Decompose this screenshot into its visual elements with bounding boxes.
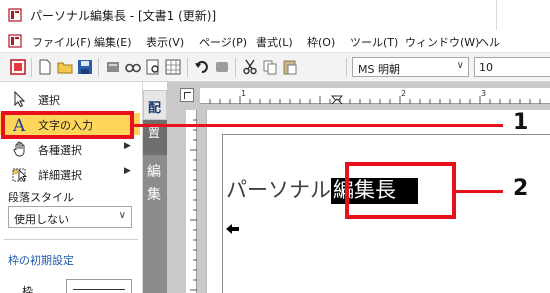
ruler-label: 3	[481, 89, 487, 98]
menu-page[interactable]: ページ(P)	[199, 34, 247, 50]
menu-frame[interactable]: 枠(O)	[307, 34, 335, 50]
submenu-arrow-icon: ▶	[124, 141, 131, 151]
paragraph-style-value: 使用しない	[14, 213, 69, 226]
tab-edit-label-1: 編	[147, 164, 161, 180]
ruler-origin-button[interactable]	[180, 88, 194, 102]
menu-window[interactable]: ウィンドウ(W)	[405, 34, 479, 50]
tool-select-label: 選択	[38, 94, 60, 107]
app-menu-icon[interactable]	[8, 34, 22, 48]
callout-number-1: 1	[513, 110, 529, 135]
redo-icon[interactable]	[214, 59, 230, 75]
font-size-value: 10	[479, 61, 493, 74]
callout-box-text-tool	[1, 111, 134, 139]
frame-line-style-picker[interactable]	[66, 279, 132, 293]
submenu-arrow-icon: ▶	[124, 166, 131, 176]
callout-line-2	[456, 190, 503, 193]
menu-bar: ファイル(F) 編集(E) 表示(V) ページ(P) 書式(L) 枠(O) ツー…	[0, 30, 550, 52]
toolbar-separator	[346, 58, 347, 77]
callout-number-2: 2	[513, 176, 529, 201]
zoom-icon[interactable]	[125, 59, 141, 75]
print-preview-icon[interactable]	[105, 59, 121, 75]
chevron-down-icon: ∨	[118, 210, 126, 221]
tool-detail-select-label: 詳細選択	[38, 169, 82, 182]
menu-format[interactable]: 書式(L)	[256, 34, 293, 50]
tool-multi-select[interactable]: 各種選択 ▶	[0, 138, 140, 160]
tool-detail-select[interactable]: 詳細選択 ▶	[0, 163, 140, 185]
grid-icon[interactable]	[165, 59, 181, 75]
new-document-icon[interactable]	[37, 59, 53, 75]
horizontal-ruler[interactable]: 1 2 3	[200, 88, 550, 104]
toolbar-separator	[235, 58, 236, 77]
cut-icon[interactable]	[242, 59, 258, 75]
tool-select[interactable]: 選択	[0, 88, 140, 110]
app-icon	[8, 8, 22, 22]
tab-edit[interactable]: 編 集	[143, 155, 167, 293]
vertical-ruler[interactable]	[186, 110, 197, 293]
vertical-tab-strip: 配 置 編 集	[143, 82, 167, 293]
ruler-ticks	[209, 95, 541, 104]
ruler-label: 1	[241, 89, 247, 98]
panel-divider	[4, 239, 138, 240]
font-name-value: MS 明朝	[358, 63, 400, 76]
toolbar: MS 明朝 ∨ 10	[0, 52, 550, 82]
menu-file[interactable]: ファイル(F)	[32, 34, 91, 50]
paragraph-style-select[interactable]: 使用しない ∨	[8, 206, 132, 228]
tab-edit-label-2: 集	[147, 187, 161, 203]
ruler-ticks	[190, 119, 197, 291]
menu-edit[interactable]: 編集(E)	[94, 34, 132, 50]
toolbar-separator	[187, 58, 188, 77]
menu-view[interactable]: 表示(V)	[146, 34, 184, 50]
frame-line-label: 枠	[22, 285, 33, 293]
callout-line-1	[134, 124, 503, 127]
title-bar: パーソナル編集長 - [文書1 (更新)]	[0, 0, 497, 30]
tab-layout-label: 配	[148, 101, 162, 116]
window-title: パーソナル編集長 - [文書1 (更新)]	[30, 9, 217, 23]
paragraph-style-label: 段落スタイル	[8, 191, 74, 204]
paste-icon[interactable]	[282, 59, 298, 75]
tool-multi-select-label: 各種選択	[38, 144, 82, 157]
undo-icon[interactable]	[194, 59, 210, 75]
chevron-down-icon: ∨	[456, 60, 464, 71]
font-name-select[interactable]: MS 明朝 ∨	[352, 57, 469, 77]
save-icon[interactable]	[77, 59, 93, 75]
hand-icon	[13, 141, 25, 157]
font-size-select[interactable]: 10	[474, 57, 550, 77]
pointer-arrow-icon	[14, 91, 26, 107]
document-text-plain: パーソナル	[226, 178, 331, 202]
open-folder-icon[interactable]	[57, 59, 73, 75]
page-view-icon[interactable]	[145, 59, 161, 75]
toolbar-separator	[98, 58, 99, 77]
copy-icon[interactable]	[262, 59, 278, 75]
frame-default-settings-link[interactable]: 枠の初期設定	[8, 252, 74, 268]
tab-layout[interactable]: 配	[143, 90, 167, 120]
frame-icon[interactable]	[10, 59, 26, 75]
menu-tools[interactable]: ツール(T)	[350, 34, 398, 50]
menu-help[interactable]: ヘル	[478, 34, 500, 50]
paragraph-return-arrow-icon	[226, 224, 239, 234]
detail-select-icon	[12, 168, 28, 182]
ruler-label: 2	[401, 89, 407, 98]
toolbar-separator	[31, 58, 32, 77]
callout-box-selected-text	[345, 162, 456, 219]
